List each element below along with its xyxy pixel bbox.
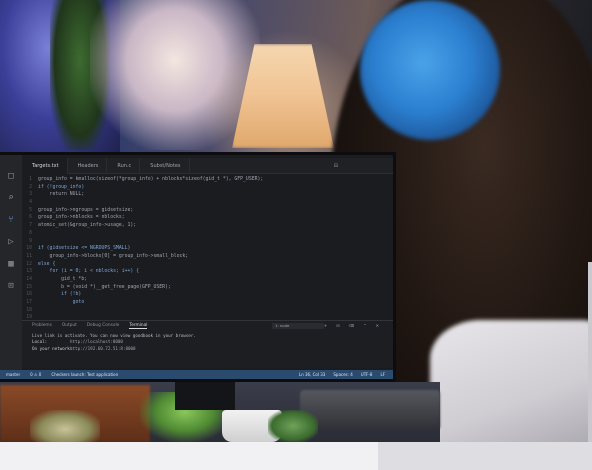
- add-terminal-icon[interactable]: +: [324, 323, 327, 329]
- code-line: 14 gid_t *b;: [22, 277, 393, 285]
- code-line: 3 return NULL;: [22, 192, 393, 200]
- activity-bar: □ ⌕ ⑂ ▷ ▦ ⊡: [0, 155, 22, 379]
- status-bar: master 0 ⚠ 0 Checkers launch: Test appli…: [0, 370, 393, 379]
- tab-output[interactable]: Output: [62, 323, 77, 328]
- line-number: 6: [29, 215, 32, 221]
- line-number: 17: [26, 300, 32, 305]
- explorer-icon[interactable]: □: [6, 171, 16, 181]
- code-line: 18: [22, 308, 393, 316]
- code-text: group_info = kmalloc(sizeof(*group_info)…: [38, 177, 264, 182]
- chevron-up-icon[interactable]: ⌃: [363, 323, 366, 329]
- line-number: 11: [26, 253, 32, 259]
- extensions-icon[interactable]: ▦: [6, 259, 16, 269]
- line-number: 10: [26, 246, 32, 252]
- bottom-panel: Problems Output Debug Console Terminal 1…: [22, 320, 393, 368]
- bottom-overlay-left: [0, 442, 378, 470]
- editor-tabs: Targets.txt Headers Run.c Subst/Notes ⊟: [22, 157, 393, 174]
- code-text: goto: [38, 300, 85, 305]
- line-number: 14: [26, 276, 32, 282]
- source-control-icon[interactable]: ⑂: [6, 215, 16, 225]
- code-line: 7 atomic_set(&group_info->usage, 1);: [22, 223, 393, 231]
- split-editor-icon[interactable]: ⊟: [334, 163, 338, 169]
- line-number: 1: [29, 177, 32, 182]
- search-icon[interactable]: ⌕: [6, 193, 16, 203]
- code-text: if (gidsetsize <= NGROUPS_SMALL): [38, 246, 131, 252]
- code-text: group_info->nblocks = nblocks;: [38, 215, 125, 221]
- split-terminal-icon[interactable]: ⊟: [336, 323, 339, 329]
- small-succulent: [268, 410, 318, 442]
- code-line: 6 group_info->nblocks = nblocks;: [22, 215, 393, 223]
- tab-problems[interactable]: Problems: [32, 323, 52, 328]
- panel-actions: + ⊟ ⌫ ⌃ ✕: [324, 323, 379, 329]
- person-shirt: [430, 320, 592, 442]
- debug-icon[interactable]: ▷: [6, 237, 16, 247]
- line-number: 4: [29, 200, 32, 206]
- code-text: group_info->blocks[0] = group_info->smal…: [38, 253, 189, 259]
- code-line: 17 goto: [22, 300, 393, 308]
- indent-status[interactable]: Spaces: 4: [333, 372, 352, 377]
- monitor-stand: [175, 382, 235, 410]
- code-line: 4: [22, 200, 393, 208]
- line-number: 3: [29, 192, 32, 198]
- problems-status[interactable]: 0 ⚠ 0: [30, 372, 41, 377]
- line-number: 7: [29, 223, 32, 229]
- tab-3[interactable]: Subst/Notes: [140, 157, 190, 174]
- code-line: 1 group_info = kmalloc(sizeof(*group_info…: [22, 177, 393, 185]
- code-editor[interactable]: 1 group_info = kmalloc(sizeof(*group_info…: [22, 175, 393, 325]
- headphone-earcup: [360, 0, 500, 140]
- monitor: □ ⌕ ⑂ ▷ ▦ ⊡ Targets.txt Headers Run.c Su…: [0, 152, 396, 382]
- succulent-plant: [30, 410, 100, 442]
- code-text: atomic_set(&group_info->usage, 1);: [38, 223, 137, 229]
- photo-scene: □ ⌕ ⑂ ▷ ▦ ⊡ Targets.txt Headers Run.c Su…: [0, 0, 592, 442]
- remote-icon[interactable]: ⊡: [6, 281, 16, 291]
- side-overlay: [588, 262, 592, 442]
- code-line: 8: [22, 231, 393, 239]
- bottom-overlay-right: [378, 442, 592, 470]
- tab-1[interactable]: Headers: [68, 157, 108, 174]
- code-text: return NULL;: [38, 192, 85, 198]
- code-line: 13 for (i = 0; i < nblocks; i++) {: [22, 269, 393, 277]
- line-number: 8: [29, 230, 32, 236]
- eol-status[interactable]: LF: [380, 372, 385, 377]
- trash-icon[interactable]: ⌫: [349, 323, 355, 329]
- code-line: 16 if (!b): [22, 292, 393, 300]
- tab-0[interactable]: Targets.txt: [22, 157, 68, 174]
- tab-2[interactable]: Run.c: [107, 157, 141, 174]
- keyboard: [300, 390, 440, 430]
- code-text: for (i = 0; i < nblocks; i++) {: [38, 269, 140, 275]
- launch-status[interactable]: Checkers launch: Test application: [51, 372, 118, 377]
- code-line: 10 if (gidsetsize <= NGROUPS_SMALL): [22, 246, 393, 254]
- terminal-line: On your network: http://192.60.72.51:8:80…: [32, 345, 136, 351]
- terminal-output[interactable]: Live link is activate. You can now view …: [22, 330, 393, 352]
- tab-terminal[interactable]: Terminal: [129, 323, 148, 329]
- code-line: 11 group_info->blocks[0] = group_info->s…: [22, 254, 393, 262]
- code-text: if (!b): [38, 292, 82, 298]
- line-number: 16: [26, 292, 32, 298]
- terminal-select[interactable]: 1: node: [272, 323, 324, 329]
- encoding-status[interactable]: UTF-8: [361, 372, 373, 377]
- close-icon[interactable]: ✕: [376, 323, 379, 329]
- tab-debug-console[interactable]: Debug Console: [87, 323, 120, 328]
- line-number: 13: [26, 269, 32, 275]
- cursor-position[interactable]: Ln 36, Col 33: [299, 372, 325, 377]
- branch-status[interactable]: master: [6, 372, 20, 377]
- code-text: gid_t *b;: [38, 276, 88, 282]
